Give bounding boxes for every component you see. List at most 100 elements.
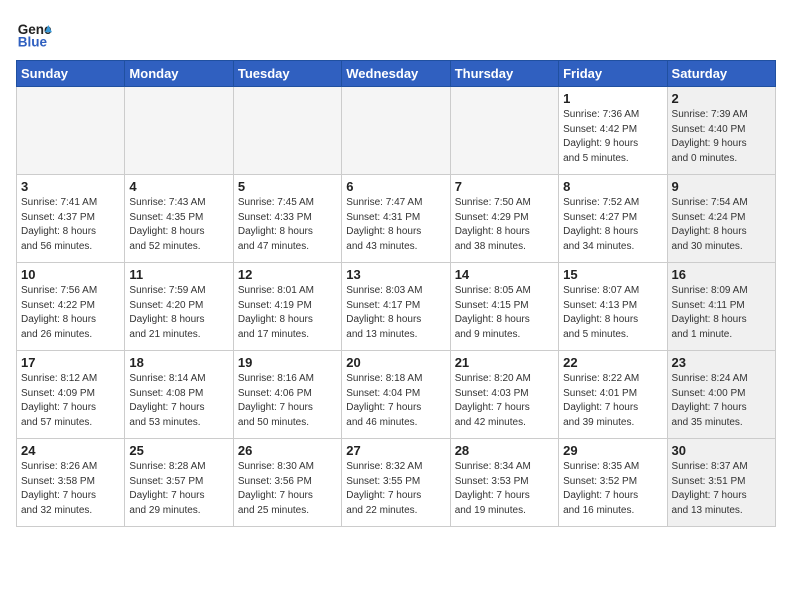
weekday-header-saturday: Saturday — [667, 61, 775, 87]
calendar-cell: 13 Sunrise: 8:03 AM Sunset: 4:17 PM Dayli… — [342, 263, 450, 351]
weekday-header-monday: Monday — [125, 61, 233, 87]
day-number: 25 — [129, 443, 228, 458]
day-info: Sunrise: 8:22 AM Sunset: 4:01 PM Dayligh… — [563, 372, 662, 430]
calendar-cell: 15 Sunrise: 8:07 AM Sunset: 4:13 PM Dayli… — [559, 263, 667, 351]
day-number: 16 — [672, 267, 771, 282]
day-number: 20 — [346, 355, 445, 370]
day-info: Sunrise: 8:28 AM Sunset: 3:57 PM Dayligh… — [129, 460, 228, 518]
calendar-cell: 28 Sunrise: 8:34 AM Sunset: 3:53 PM Dayli… — [450, 439, 558, 527]
calendar-cell: 27 Sunrise: 8:32 AM Sunset: 3:55 PM Dayli… — [342, 439, 450, 527]
day-number: 24 — [21, 443, 120, 458]
day-info: Sunrise: 8:16 AM Sunset: 4:06 PM Dayligh… — [238, 372, 337, 430]
weekday-header-wednesday: Wednesday — [342, 61, 450, 87]
calendar-cell: 9Sunrise: 7:54 AM Sunset: 4:24 PM Daylig… — [667, 175, 775, 263]
weekday-header-thursday: Thursday — [450, 61, 558, 87]
day-number: 21 — [455, 355, 554, 370]
day-info: Sunrise: 8:01 AM Sunset: 4:19 PM Dayligh… — [238, 284, 337, 342]
day-info: Sunrise: 8:26 AM Sunset: 3:58 PM Dayligh… — [21, 460, 120, 518]
day-number: 13 — [346, 267, 445, 282]
calendar-cell: 12 Sunrise: 8:01 AM Sunset: 4:19 PM Dayli… — [233, 263, 341, 351]
calendar-cell: 21 Sunrise: 8:20 AM Sunset: 4:03 PM Dayli… — [450, 351, 558, 439]
day-info: Sunrise: 8:24 AM Sunset: 4:00 PM Dayligh… — [672, 372, 771, 430]
calendar-cell: 20 Sunrise: 8:18 AM Sunset: 4:04 PM Dayli… — [342, 351, 450, 439]
calendar-cell — [342, 87, 450, 175]
day-number: 11 — [129, 267, 228, 282]
calendar-week-1: 1Sunrise: 7:36 AM Sunset: 4:42 PM Daylig… — [17, 87, 776, 175]
calendar-cell — [17, 87, 125, 175]
calendar-week-4: 17Sunrise: 8:12 AM Sunset: 4:09 PM Dayli… — [17, 351, 776, 439]
day-info: Sunrise: 8:20 AM Sunset: 4:03 PM Dayligh… — [455, 372, 554, 430]
calendar-cell: 6Sunrise: 7:47 AM Sunset: 4:31 PM Daylig… — [342, 175, 450, 263]
calendar-cell: 16 Sunrise: 8:09 AM Sunset: 4:11 PM Dayli… — [667, 263, 775, 351]
day-info: Sunrise: 8:37 AM Sunset: 3:51 PM Dayligh… — [672, 460, 771, 518]
day-number: 14 — [455, 267, 554, 282]
day-info: Sunrise: 8:07 AM Sunset: 4:13 PM Dayligh… — [563, 284, 662, 342]
day-number: 5 — [238, 179, 337, 194]
day-info: Sunrise: 7:54 AM Sunset: 4:24 PM Dayligh… — [672, 196, 771, 254]
day-info: Sunrise: 8:32 AM Sunset: 3:55 PM Dayligh… — [346, 460, 445, 518]
day-info: Sunrise: 7:41 AM Sunset: 4:37 PM Dayligh… — [21, 196, 120, 254]
day-info: Sunrise: 8:05 AM Sunset: 4:15 PM Dayligh… — [455, 284, 554, 342]
day-number: 2 — [672, 91, 771, 106]
day-number: 7 — [455, 179, 554, 194]
day-number: 8 — [563, 179, 662, 194]
calendar-cell: 24 Sunrise: 8:26 AM Sunset: 3:58 PM Dayli… — [17, 439, 125, 527]
calendar-cell: 25 Sunrise: 8:28 AM Sunset: 3:57 PM Dayli… — [125, 439, 233, 527]
day-info: Sunrise: 8:34 AM Sunset: 3:53 PM Dayligh… — [455, 460, 554, 518]
page-header: General Blue — [16, 16, 776, 52]
calendar-cell: 26 Sunrise: 8:30 AM Sunset: 3:56 PM Dayli… — [233, 439, 341, 527]
day-info: Sunrise: 7:50 AM Sunset: 4:29 PM Dayligh… — [455, 196, 554, 254]
day-info: Sunrise: 7:39 AM Sunset: 4:40 PM Dayligh… — [672, 108, 771, 166]
calendar-cell: 29 Sunrise: 8:35 AM Sunset: 3:52 PM Dayli… — [559, 439, 667, 527]
day-info: Sunrise: 8:35 AM Sunset: 3:52 PM Dayligh… — [563, 460, 662, 518]
day-info: Sunrise: 8:14 AM Sunset: 4:08 PM Dayligh… — [129, 372, 228, 430]
calendar-header: SundayMondayTuesdayWednesdayThursdayFrid… — [17, 61, 776, 87]
weekday-header-tuesday: Tuesday — [233, 61, 341, 87]
calendar-cell: 18 Sunrise: 8:14 AM Sunset: 4:08 PM Dayli… — [125, 351, 233, 439]
calendar-cell: 1Sunrise: 7:36 AM Sunset: 4:42 PM Daylig… — [559, 87, 667, 175]
weekday-header-row: SundayMondayTuesdayWednesdayThursdayFrid… — [17, 61, 776, 87]
weekday-header-sunday: Sunday — [17, 61, 125, 87]
day-info: Sunrise: 7:56 AM Sunset: 4:22 PM Dayligh… — [21, 284, 120, 342]
day-info: Sunrise: 7:45 AM Sunset: 4:33 PM Dayligh… — [238, 196, 337, 254]
calendar-cell: 11 Sunrise: 7:59 AM Sunset: 4:20 PM Dayli… — [125, 263, 233, 351]
day-number: 28 — [455, 443, 554, 458]
day-info: Sunrise: 7:52 AM Sunset: 4:27 PM Dayligh… — [563, 196, 662, 254]
calendar-cell: 4Sunrise: 7:43 AM Sunset: 4:35 PM Daylig… — [125, 175, 233, 263]
calendar-body: 1Sunrise: 7:36 AM Sunset: 4:42 PM Daylig… — [17, 87, 776, 527]
calendar-cell — [450, 87, 558, 175]
day-number: 30 — [672, 443, 771, 458]
day-number: 18 — [129, 355, 228, 370]
day-number: 19 — [238, 355, 337, 370]
day-number: 29 — [563, 443, 662, 458]
day-info: Sunrise: 7:59 AM Sunset: 4:20 PM Dayligh… — [129, 284, 228, 342]
day-info: Sunrise: 7:47 AM Sunset: 4:31 PM Dayligh… — [346, 196, 445, 254]
day-info: Sunrise: 8:03 AM Sunset: 4:17 PM Dayligh… — [346, 284, 445, 342]
calendar-cell: 23 Sunrise: 8:24 AM Sunset: 4:00 PM Dayli… — [667, 351, 775, 439]
day-info: Sunrise: 8:30 AM Sunset: 3:56 PM Dayligh… — [238, 460, 337, 518]
day-number: 15 — [563, 267, 662, 282]
calendar-cell: 19 Sunrise: 8:16 AM Sunset: 4:06 PM Dayli… — [233, 351, 341, 439]
calendar-week-2: 3Sunrise: 7:41 AM Sunset: 4:37 PM Daylig… — [17, 175, 776, 263]
calendar-cell — [233, 87, 341, 175]
logo-icon: General Blue — [16, 16, 52, 52]
day-number: 1 — [563, 91, 662, 106]
day-number: 4 — [129, 179, 228, 194]
weekday-header-friday: Friday — [559, 61, 667, 87]
day-number: 26 — [238, 443, 337, 458]
calendar-cell: 17Sunrise: 8:12 AM Sunset: 4:09 PM Dayli… — [17, 351, 125, 439]
day-info: Sunrise: 8:18 AM Sunset: 4:04 PM Dayligh… — [346, 372, 445, 430]
day-info: Sunrise: 8:12 AM Sunset: 4:09 PM Dayligh… — [21, 372, 120, 430]
calendar-cell: 3Sunrise: 7:41 AM Sunset: 4:37 PM Daylig… — [17, 175, 125, 263]
calendar-cell: 8 Sunrise: 7:52 AM Sunset: 4:27 PM Daylig… — [559, 175, 667, 263]
calendar-cell: 14 Sunrise: 8:05 AM Sunset: 4:15 PM Dayli… — [450, 263, 558, 351]
calendar-cell: 22 Sunrise: 8:22 AM Sunset: 4:01 PM Dayli… — [559, 351, 667, 439]
day-number: 23 — [672, 355, 771, 370]
calendar-week-3: 10Sunrise: 7:56 AM Sunset: 4:22 PM Dayli… — [17, 263, 776, 351]
calendar-cell — [125, 87, 233, 175]
calendar-cell: 5 Sunrise: 7:45 AM Sunset: 4:33 PM Daylig… — [233, 175, 341, 263]
day-info: Sunrise: 8:09 AM Sunset: 4:11 PM Dayligh… — [672, 284, 771, 342]
day-number: 12 — [238, 267, 337, 282]
day-number: 27 — [346, 443, 445, 458]
day-number: 22 — [563, 355, 662, 370]
